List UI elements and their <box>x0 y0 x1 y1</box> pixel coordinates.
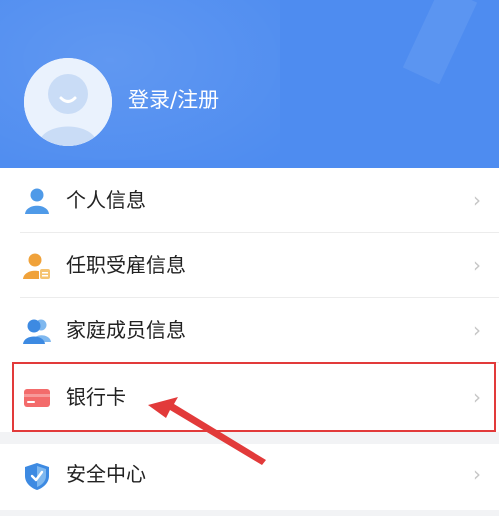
avatar-icon <box>24 58 112 146</box>
menu-item-label: 家庭成员信息 <box>66 318 186 342</box>
avatar[interactable] <box>24 58 112 146</box>
header-decoration-stripe <box>402 0 478 85</box>
menu-item-label: 安全中心 <box>66 462 146 486</box>
menu-item-personal-info[interactable]: 个人信息 › <box>0 168 499 233</box>
family-icon <box>23 319 51 344</box>
menu-item-label: 任职受雇信息 <box>66 253 186 277</box>
login-register-link[interactable]: 登录/注册 <box>128 86 219 114</box>
chevron-right-icon: › <box>473 318 481 342</box>
highlight-box <box>12 362 496 432</box>
employment-icon <box>23 253 51 280</box>
menu-item-family-info[interactable]: 家庭成员信息 › <box>0 298 499 363</box>
menu-item-employment-info[interactable]: 任职受雇信息 › <box>0 233 499 298</box>
menu-item-label: 个人信息 <box>66 188 146 212</box>
person-icon <box>25 188 49 214</box>
profile-header: 登录/注册 <box>0 0 499 168</box>
chevron-right-icon: › <box>473 462 481 486</box>
section-gap <box>0 432 499 444</box>
shield-icon <box>25 463 49 490</box>
menu-item-security-center[interactable]: 安全中心 › <box>0 444 499 510</box>
chevron-right-icon: › <box>473 253 481 277</box>
chevron-right-icon: › <box>473 188 481 212</box>
